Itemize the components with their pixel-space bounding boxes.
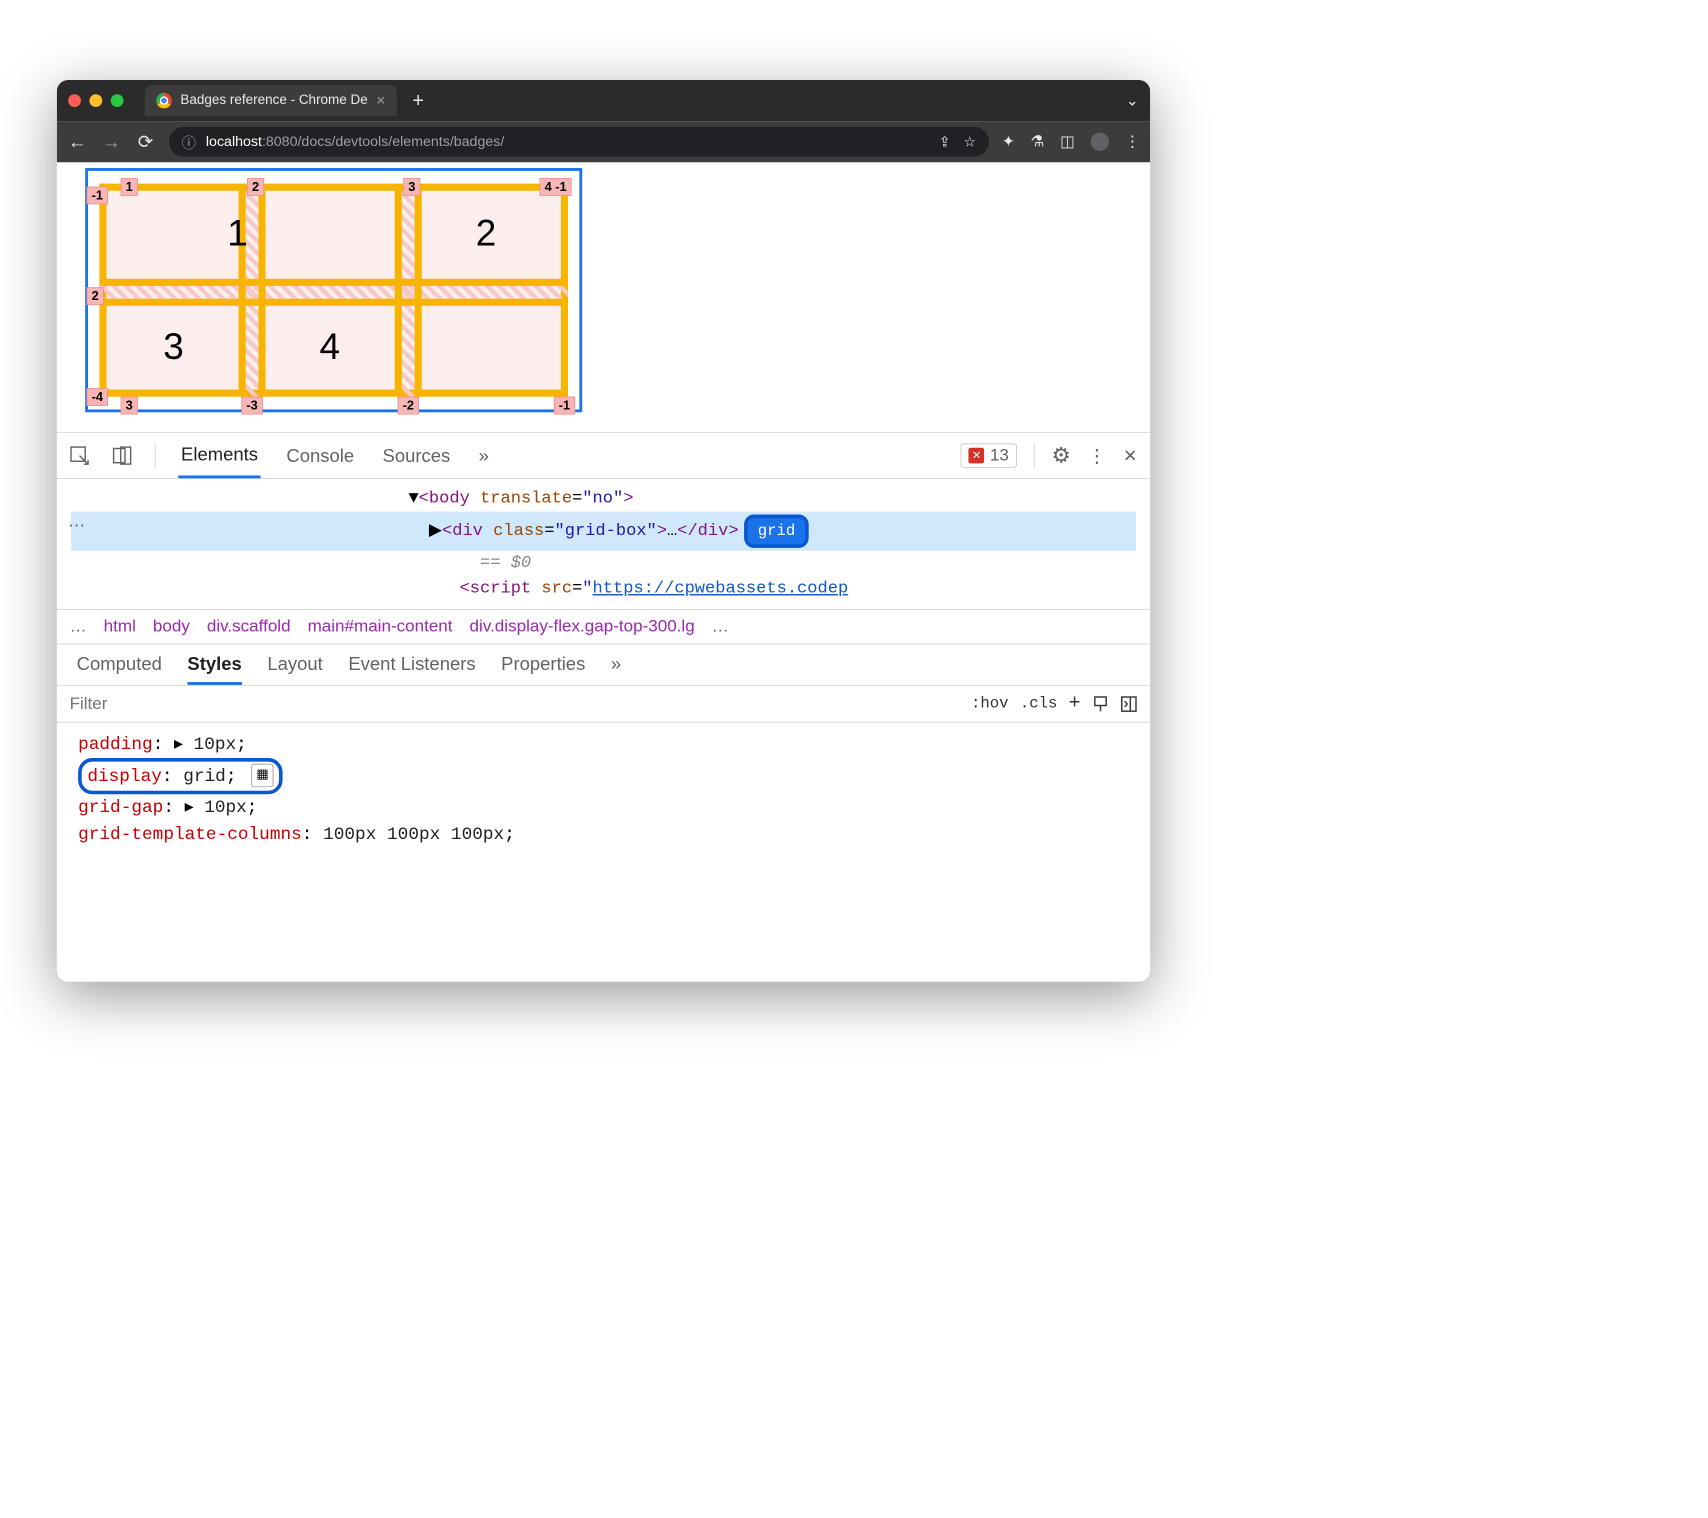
forward-button[interactable]: → [101, 131, 122, 153]
side-panel-icon[interactable]: ◫ [1060, 133, 1075, 151]
grid-cell-2: 2 [476, 212, 497, 255]
tab-elements[interactable]: Elements [178, 433, 261, 478]
new-tab-button[interactable]: + [412, 89, 424, 112]
url-host: localhost [206, 134, 262, 150]
maximize-window-button[interactable] [111, 94, 124, 107]
grid-cell-4: 4 [320, 326, 341, 369]
grid-cell-1: 1 [227, 212, 248, 255]
reload-button[interactable]: ⟳ [135, 131, 156, 153]
devtools-close-icon[interactable]: ✕ [1123, 445, 1137, 466]
crumb-main[interactable]: main#main-content [308, 617, 453, 637]
tab-computed[interactable]: Computed [77, 653, 162, 685]
grid-cell-3: 3 [163, 326, 184, 369]
crumb-scaffold[interactable]: div.scaffold [207, 617, 291, 637]
tab-layout[interactable]: Layout [267, 653, 322, 685]
grid-editor-icon[interactable]: ▦ [251, 764, 273, 787]
hov-toggle[interactable]: :hov [971, 695, 1008, 713]
close-window-button[interactable] [68, 94, 81, 107]
toolbar-actions: ✦ ⚗ ◫ ⋮ [1002, 133, 1140, 151]
styles-filter-input[interactable] [57, 694, 958, 714]
device-toggle-icon[interactable] [112, 446, 132, 466]
tab-console[interactable]: Console [284, 435, 357, 477]
window-controls [68, 94, 123, 107]
grid-label: 4 -1 [540, 178, 572, 196]
grid-badge[interactable]: grid [744, 515, 808, 548]
breadcrumb-overflow-right[interactable]: … [712, 617, 729, 637]
grid-label: 2 [87, 287, 104, 305]
new-rule-button[interactable]: + [1069, 693, 1081, 715]
css-rules[interactable]: padding: ▸ 10px; display: grid; ▦ grid-g… [57, 723, 1150, 856]
settings-icon[interactable]: ⚙ [1051, 443, 1070, 468]
grid-label: -1 [87, 187, 108, 205]
breadcrumb-overflow-left[interactable]: … [70, 617, 87, 637]
grid-label: 2 [247, 178, 264, 196]
labs-icon[interactable]: ⚗ [1031, 133, 1045, 151]
error-count: 13 [990, 446, 1009, 466]
paint-icon[interactable] [1092, 695, 1109, 712]
devtools-menu-icon[interactable]: ⋮ [1088, 445, 1106, 467]
crumb-flex[interactable]: div.display-flex.gap-top-300.lg [470, 617, 695, 637]
extensions-icon[interactable]: ✦ [1002, 133, 1015, 151]
page-viewport: 1 2 3 4 -1 1 2 3 4 -1 2 -4 3 -3 -2 -1 [57, 162, 1150, 432]
tab-close-button[interactable]: × [376, 91, 385, 109]
minimize-window-button[interactable] [89, 94, 102, 107]
bookmark-icon[interactable]: ☆ [964, 133, 977, 151]
back-button[interactable]: ← [67, 131, 88, 153]
dom-node-body[interactable]: ▼<body translate="no"> [71, 486, 1136, 512]
css-decl-grid-gap[interactable]: grid-gap: ▸ 10px; [78, 794, 1129, 821]
grid-overlay: 1 2 3 4 [99, 184, 568, 397]
dom-node-selected[interactable]: ▶<div class="grid-box">…</div>grid [71, 512, 1136, 551]
menu-icon[interactable]: ⋮ [1125, 133, 1141, 151]
cls-toggle[interactable]: .cls [1020, 695, 1057, 713]
share-icon[interactable]: ⇪ [939, 133, 951, 151]
dom-tree[interactable]: ▼<body translate="no"> ▶<div class="grid… [57, 479, 1150, 609]
browser-toolbar: ← → ⟳ ⓘ localhost:8080/docs/devtools/ele… [57, 121, 1150, 162]
devtools-toolbar: Elements Console Sources » ✕ 13 ⚙ ⋮ ✕ [57, 432, 1150, 479]
titlebar: Badges reference - Chrome De × + ⌄ [57, 80, 1150, 121]
grid-label: 3 [403, 178, 420, 196]
grid-label: -2 [398, 397, 419, 415]
dom-breadcrumb[interactable]: … html body div.scaffold main#main-conte… [57, 609, 1150, 645]
tab-properties[interactable]: Properties [501, 653, 585, 685]
tab-event-listeners[interactable]: Event Listeners [348, 653, 475, 685]
browser-window: Badges reference - Chrome De × + ⌄ ← → ⟳… [57, 80, 1150, 982]
grid-label: -1 [554, 397, 575, 415]
styles-panel-tabs: Computed Styles Layout Event Listeners P… [57, 644, 1150, 685]
url-path: :8080/docs/devtools/elements/badges/ [262, 134, 504, 150]
css-decl-padding[interactable]: padding: ▸ 10px; [78, 731, 1129, 758]
css-decl-grid-template-columns[interactable]: grid-template-columns: 100px 100px 100px… [78, 821, 1129, 848]
site-info-icon[interactable]: ⓘ [182, 131, 196, 152]
inspect-icon[interactable] [70, 446, 90, 466]
grid-label: 3 [121, 397, 138, 415]
tab-styles[interactable]: Styles [187, 653, 241, 685]
error-count-badge[interactable]: ✕ 13 [961, 444, 1017, 468]
browser-tab[interactable]: Badges reference - Chrome De × [145, 85, 397, 116]
address-bar[interactable]: ⓘ localhost:8080/docs/devtools/elements/… [169, 127, 989, 157]
tabs-overflow[interactable]: » [476, 435, 492, 477]
css-decl-display[interactable]: display: grid; ▦ [78, 758, 1129, 795]
panel-toggle-icon[interactable] [1120, 695, 1137, 712]
tab-sources[interactable]: Sources [380, 435, 453, 477]
tab-title: Badges reference - Chrome De [180, 93, 367, 109]
tabs-dropdown-icon[interactable]: ⌄ [1126, 91, 1139, 109]
chrome-icon [156, 93, 172, 109]
grid-label: -3 [241, 397, 262, 415]
styles-filter-row: :hov .cls + [57, 686, 1150, 723]
dom-node-script[interactable]: <script src="https://cpwebassets.codep [71, 576, 1136, 602]
grid-label: -4 [87, 388, 108, 406]
styles-tabs-overflow[interactable]: » [611, 653, 621, 685]
profile-avatar[interactable] [1091, 133, 1109, 151]
crumb-body[interactable]: body [153, 617, 190, 637]
crumb-html[interactable]: html [104, 617, 136, 637]
grid-label: 1 [121, 178, 138, 196]
error-icon: ✕ [969, 448, 985, 464]
dom-eq0: == $0 [71, 551, 1136, 577]
